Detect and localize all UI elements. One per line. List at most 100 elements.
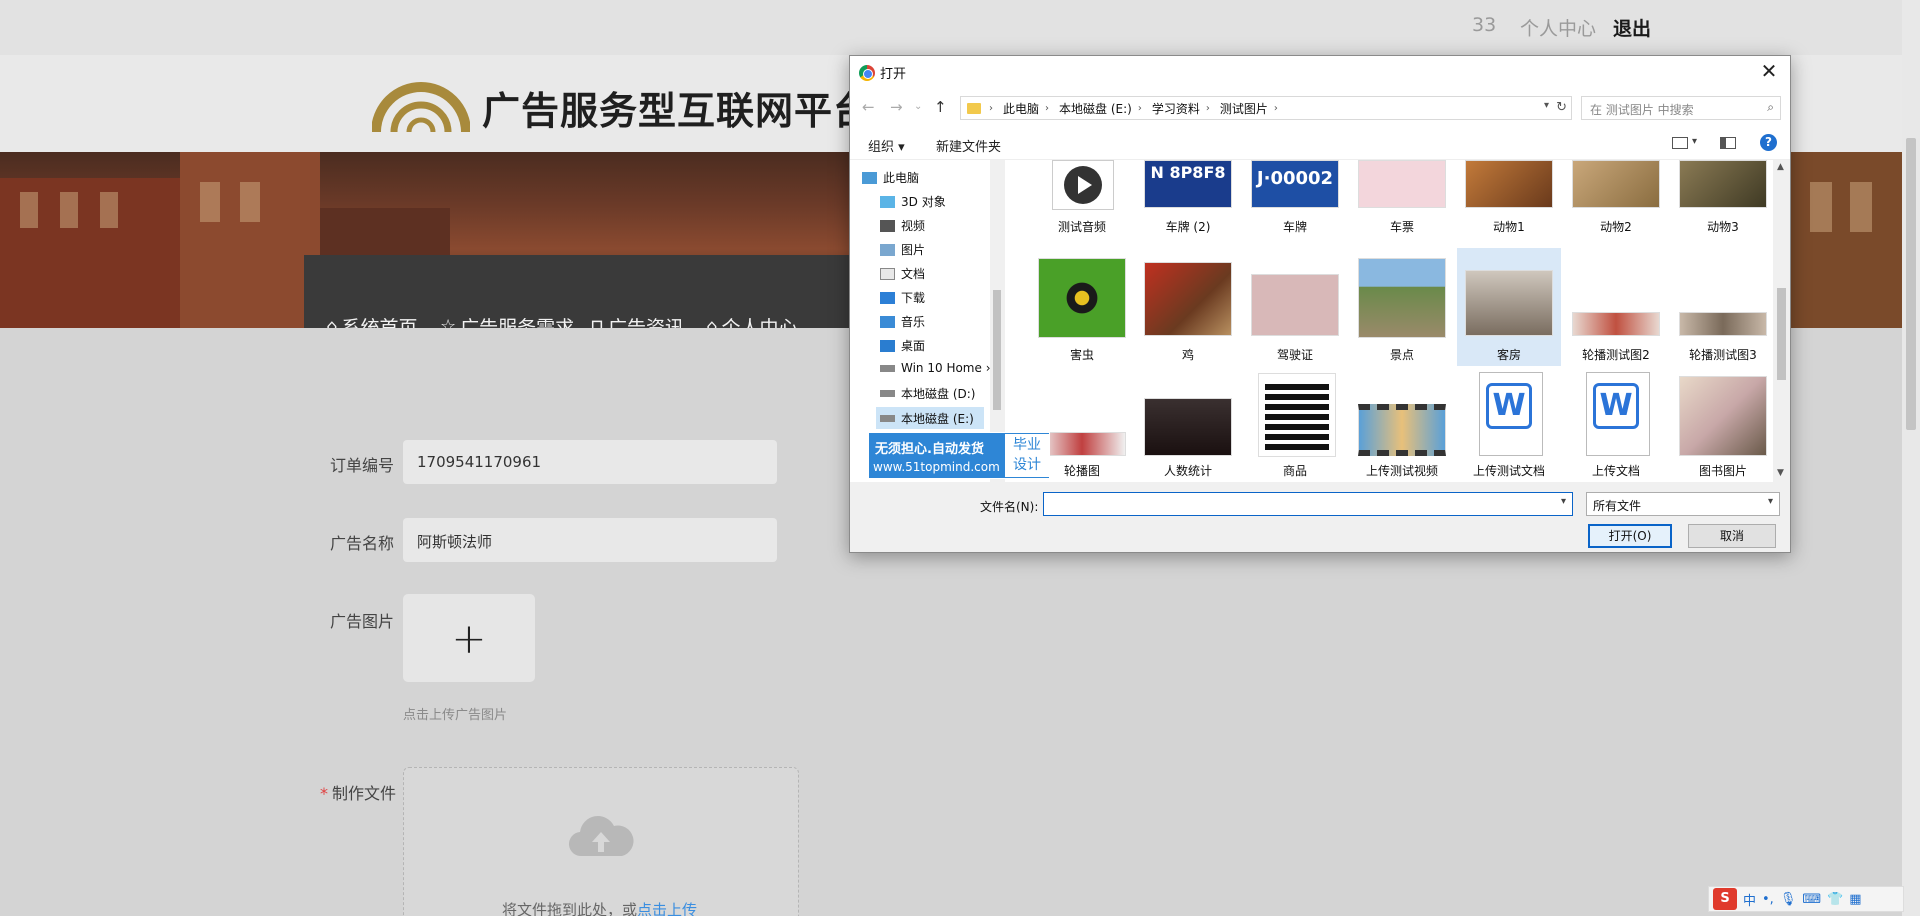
cloud-upload-icon — [568, 816, 634, 857]
cube-icon — [880, 195, 895, 208]
ime-language-toggle[interactable]: 中 — [1743, 890, 1756, 909]
file-type-select[interactable]: 所有文件 ▾ — [1586, 492, 1780, 516]
logout-link[interactable]: 退出 — [1613, 14, 1651, 41]
up-arrow-icon[interactable]: ↑ — [934, 98, 947, 116]
back-arrow-icon[interactable]: ← — [862, 98, 875, 116]
drive-icon — [880, 414, 895, 422]
file-item[interactable]: 车票 — [1350, 160, 1454, 240]
file-item[interactable]: N 8P8F8 车牌 (2) — [1136, 160, 1240, 240]
pc-icon — [862, 171, 877, 184]
chevron-down-icon[interactable]: ▾ — [1544, 100, 1549, 111]
file-item[interactable]: W 上传文档 — [1564, 370, 1668, 482]
license-plate-thumbnail: N 8P8F8 — [1144, 160, 1232, 208]
breadcrumb-item[interactable]: 此电脑 — [1003, 100, 1039, 117]
tree-item-music[interactable]: 音乐 — [880, 313, 925, 330]
file-item[interactable]: 商品 — [1243, 370, 1347, 482]
file-item[interactable]: 轮播测试图2 — [1564, 252, 1668, 364]
picture-icon — [880, 243, 895, 256]
breadcrumb-item[interactable]: 测试图片 — [1220, 100, 1268, 117]
skin-icon[interactable]: 👕 — [1827, 892, 1843, 907]
dialog-toolbar: 组织 ▾ 新建文件夹 ▾ ? — [850, 128, 1790, 160]
view-icon[interactable] — [1672, 137, 1688, 149]
chevron-down-icon[interactable]: ▾ — [1561, 496, 1566, 507]
file-item[interactable]: 动物3 — [1671, 160, 1773, 240]
tree-item-downloads[interactable]: 下载 — [880, 289, 925, 306]
image-upload-button[interactable]: + — [403, 594, 535, 682]
audio-thumbnail — [1052, 160, 1114, 210]
microphone-icon[interactable]: 🎙 — [1780, 892, 1797, 907]
grid-icon[interactable]: ▦ — [1849, 892, 1861, 907]
word-document-icon: W — [1479, 372, 1543, 456]
search-input[interactable]: 在 测试图片 中搜索 ⌕ — [1581, 96, 1781, 120]
file-item[interactable]: 驾驶证 — [1243, 252, 1347, 364]
ime-punctuation-toggle[interactable]: •, — [1762, 892, 1774, 907]
scroll-down-icon[interactable]: ▼ — [1777, 468, 1784, 478]
address-row: ← → ⌄ ↑ › 此电脑 › 本地磁盘 (E:) › 学习资料 › 测试图片 › ▾ … — [850, 88, 1790, 128]
close-icon[interactable]: ✕ — [1756, 59, 1782, 83]
dialog-title: 打开 — [880, 67, 907, 82]
breadcrumb-item[interactable]: 本地磁盘 (E:) — [1059, 100, 1132, 117]
file-item[interactable]: 上传测试视频 — [1350, 370, 1454, 482]
file-grid-scrollbar[interactable]: ▲ ▼ — [1773, 160, 1790, 482]
file-drop-zone[interactable]: 将文件拖到此处，或点击上传 — [403, 767, 799, 916]
forward-arrow-icon[interactable]: → — [890, 98, 903, 116]
file-item[interactable]: 图书图片 — [1671, 370, 1773, 482]
file-item-selected[interactable]: 客房 — [1457, 248, 1561, 366]
top-bar: 33 个人中心 退出 — [0, 0, 1920, 55]
sogou-logo-icon[interactable]: S — [1713, 888, 1737, 910]
personal-center-link[interactable]: 个人中心 — [1520, 14, 1596, 41]
desktop-icon — [880, 339, 895, 352]
file-item[interactable]: 动物2 — [1564, 160, 1668, 240]
tree-item-this-pc[interactable]: 此电脑 — [862, 169, 919, 186]
file-item[interactable]: 轮播测试图3 — [1671, 252, 1773, 364]
image-upload-hint: 点击上传广告图片 — [403, 708, 508, 723]
file-item[interactable]: 测试音频 — [1030, 160, 1134, 240]
tree-item-drive-d[interactable]: 本地磁盘 (D:) — [880, 385, 975, 402]
refresh-icon[interactable]: ↻ — [1556, 100, 1567, 115]
production-file-label: * 制作文件 — [320, 784, 397, 803]
ad-name-input[interactable]: 阿斯顿法师 — [403, 518, 777, 562]
address-bar[interactable]: › 此电脑 › 本地磁盘 (E:) › 学习资料 › 测试图片 › ▾ ↻ — [960, 96, 1572, 120]
help-icon[interactable]: ? — [1760, 134, 1777, 151]
breadcrumb-item[interactable]: 学习资料 — [1152, 100, 1200, 117]
folder-icon — [967, 102, 981, 114]
tree-item-win10-home[interactable]: Win 10 Home › — [880, 361, 990, 375]
video-thumbnail — [1358, 404, 1446, 456]
drop-instructions: 将文件拖到此处，或点击上传 — [502, 899, 697, 916]
tree-item-videos[interactable]: 视频 — [880, 217, 925, 234]
preview-pane-icon[interactable] — [1720, 137, 1736, 149]
file-item[interactable]: 鸡 — [1136, 252, 1240, 364]
file-item[interactable]: 景点 — [1350, 252, 1454, 364]
ime-toolbar: S 中 •, 🎙 ⌨ 👕 ▦ — [1708, 886, 1904, 912]
scroll-up-icon[interactable]: ▲ — [1777, 162, 1784, 172]
site-title: 广告服务型互联网平台 — [482, 89, 873, 133]
cancel-button[interactable]: 取消 — [1688, 524, 1776, 548]
cart-count: 33 — [1472, 14, 1497, 36]
recent-dropdown-icon[interactable]: ⌄ — [914, 101, 922, 112]
tree-item-pictures[interactable]: 图片 — [880, 241, 925, 258]
qr-code-thumbnail — [1258, 373, 1336, 457]
tree-item-documents[interactable]: 文档 — [880, 265, 925, 282]
chevron-down-icon[interactable]: ▾ — [1692, 136, 1697, 147]
file-item[interactable]: 人数统计 — [1136, 370, 1240, 482]
page-scrollbar[interactable] — [1902, 0, 1920, 916]
crowd-thumbnail — [1144, 398, 1232, 456]
file-item[interactable]: J·00002 车牌 — [1243, 160, 1347, 240]
file-item[interactable]: 害虫 — [1030, 252, 1134, 364]
click-upload-link[interactable]: 点击上传 — [637, 901, 697, 916]
tree-item-drive-e[interactable]: 本地磁盘 (E:) — [876, 407, 984, 429]
tree-item-3d-objects[interactable]: 3D 对象 — [880, 193, 946, 210]
open-button[interactable]: 打开(O) — [1588, 524, 1672, 548]
video-icon — [880, 219, 895, 232]
order-number-input[interactable]: 1709541170961 — [403, 440, 777, 484]
keyboard-icon[interactable]: ⌨ — [1802, 892, 1821, 907]
drive-icon — [880, 390, 895, 397]
organize-button[interactable]: 组织 ▾ — [868, 136, 905, 155]
filename-input[interactable]: ▾ — [1043, 492, 1573, 516]
carousel-thumbnail — [1038, 432, 1126, 456]
logo-icon — [372, 82, 470, 133]
file-item[interactable]: 动物1 — [1457, 160, 1561, 240]
tree-item-desktop[interactable]: 桌面 — [880, 337, 925, 354]
file-item[interactable]: W 上传测试文档 — [1457, 370, 1561, 482]
new-folder-button[interactable]: 新建文件夹 — [936, 136, 1001, 155]
